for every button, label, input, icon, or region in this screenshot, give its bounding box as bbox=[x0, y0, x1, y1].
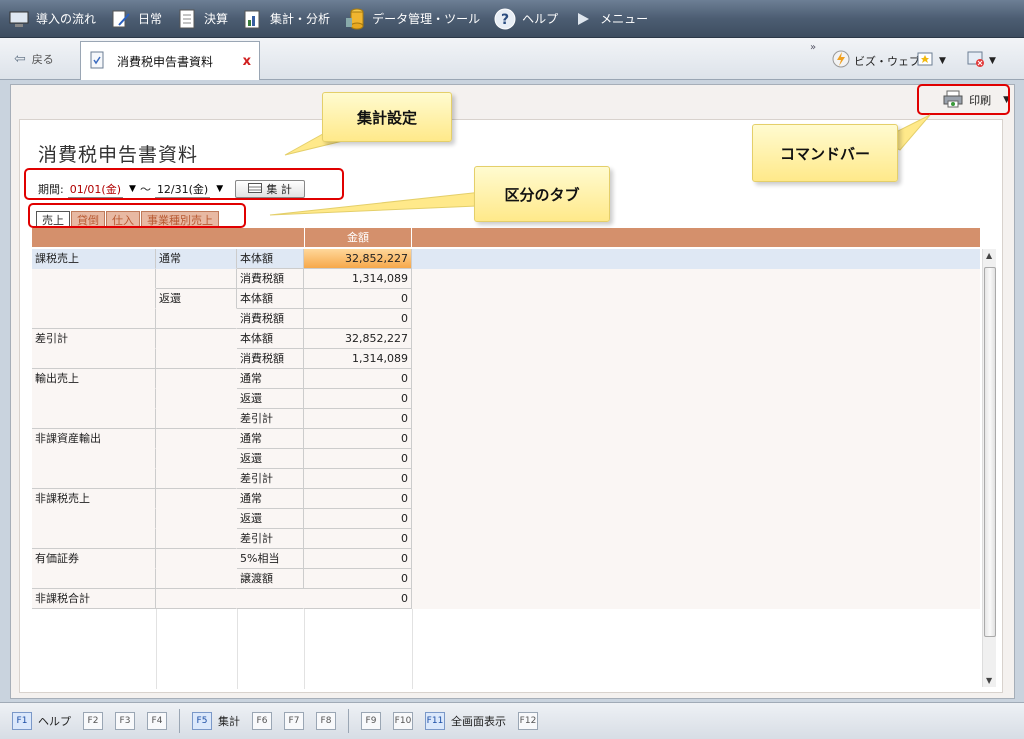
function-key-bar: F1 ヘルプ F2 F3 F4 F5 集計 F6 F7 F8 F9 F10 F11 全画面表示 F12 bbox=[0, 702, 1024, 739]
fkey-f5[interactable]: F5 集計 bbox=[192, 712, 240, 730]
fkey-cap: F9 bbox=[361, 712, 381, 730]
fkey-cap: F6 bbox=[252, 712, 272, 730]
callout-pointers bbox=[269, 114, 931, 216]
fkey-f11[interactable]: F11 全画面表示 bbox=[425, 712, 506, 730]
fkey-separator bbox=[179, 709, 180, 733]
fkey-cap: F1 bbox=[12, 712, 32, 730]
callout-tabs: 区分のタブ bbox=[474, 166, 610, 222]
fkey-label: 集計 bbox=[218, 715, 240, 728]
fkey-cap: F4 bbox=[147, 712, 167, 730]
fkey-label: 全画面表示 bbox=[451, 715, 506, 728]
fkey-f8[interactable]: F8 bbox=[316, 712, 336, 730]
fkey-f2[interactable]: F2 bbox=[83, 712, 103, 730]
fkey-separator bbox=[348, 709, 349, 733]
fkey-f6[interactable]: F6 bbox=[252, 712, 272, 730]
fkey-label: ヘルプ bbox=[38, 715, 71, 728]
fkey-f3[interactable]: F3 bbox=[115, 712, 135, 730]
fkey-cap: F10 bbox=[393, 712, 413, 730]
fkey-f9[interactable]: F9 bbox=[361, 712, 381, 730]
callout-command-bar: コマンドバー bbox=[752, 124, 898, 182]
fkey-f12[interactable]: F12 bbox=[518, 712, 538, 730]
fkey-cap: F11 bbox=[425, 712, 445, 730]
fkey-cap: F3 bbox=[115, 712, 135, 730]
callout-settings: 集計設定 bbox=[322, 92, 452, 142]
fkey-f1[interactable]: F1 ヘルプ bbox=[12, 712, 71, 730]
fkey-cap: F2 bbox=[83, 712, 103, 730]
fkey-cap: F12 bbox=[518, 712, 538, 730]
fkey-f4[interactable]: F4 bbox=[147, 712, 167, 730]
fkey-cap: F7 bbox=[284, 712, 304, 730]
fkey-f7[interactable]: F7 bbox=[284, 712, 304, 730]
fkey-cap: F5 bbox=[192, 712, 212, 730]
fkey-f10[interactable]: F10 bbox=[393, 712, 413, 730]
fkey-cap: F8 bbox=[316, 712, 336, 730]
